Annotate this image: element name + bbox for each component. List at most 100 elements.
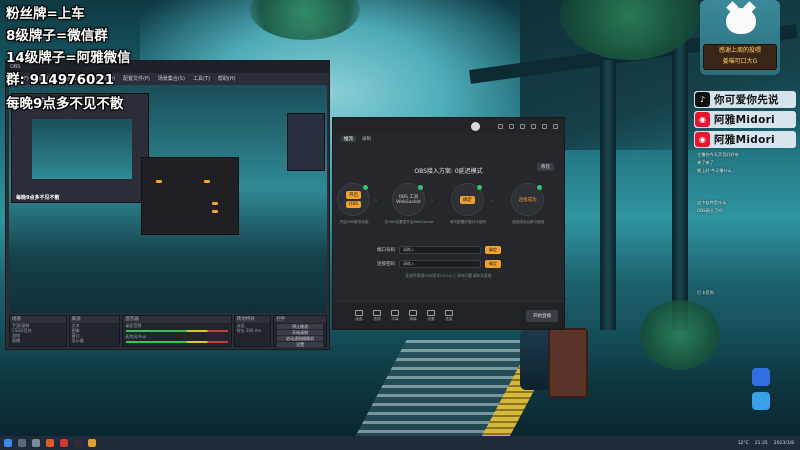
avatar[interactable] bbox=[471, 121, 480, 131]
tool-label: 音量 bbox=[445, 316, 453, 321]
app-icon[interactable] bbox=[752, 392, 770, 410]
chat-message: 打卡签到 bbox=[697, 290, 714, 295]
suitcase bbox=[548, 328, 588, 398]
step-1-button[interactable]: OBS bbox=[345, 201, 362, 208]
tab-stream[interactable]: 推流 bbox=[341, 136, 356, 142]
overlay-group: 群: 914976021 bbox=[6, 72, 115, 88]
port-confirm-button[interactable]: 确定 bbox=[485, 246, 501, 254]
maximize-icon[interactable] bbox=[542, 123, 547, 129]
tool-volume[interactable]: 音量 bbox=[445, 309, 453, 322]
recorder-tabs: 推流 录制 bbox=[333, 134, 564, 144]
start-live-button[interactable]: 开始直播 bbox=[526, 309, 558, 322]
chat-message: OBS接入了吗 bbox=[697, 208, 723, 213]
step-2-text: WebSocket bbox=[396, 200, 421, 205]
recorder-window[interactable]: 推流 录制 OBS接入方案: 0延迟模式 教程 开启 OBS › OBS 工具 … bbox=[332, 117, 565, 330]
chat-message: 来了来了 bbox=[697, 160, 714, 165]
scenes-header: 场景 bbox=[10, 316, 66, 323]
app-icon[interactable] bbox=[60, 439, 68, 447]
start-recording-button[interactable]: 开始录制 bbox=[277, 330, 323, 335]
recorder-toolbar: 画面 音频 字幕 弹幕 设置 音量 开始直播 bbox=[333, 301, 564, 329]
menu-icon[interactable] bbox=[520, 123, 525, 129]
subtitle-icon bbox=[391, 309, 399, 316]
skin-icon[interactable] bbox=[498, 123, 503, 129]
arrow-icon: › bbox=[490, 198, 492, 204]
step-3: 确定 bbox=[451, 183, 484, 216]
password-input[interactable]: 请输入 bbox=[399, 260, 481, 268]
chat-message: 晚上好 今天播什么 bbox=[697, 168, 732, 173]
volume-icon bbox=[445, 309, 453, 316]
tool-label: 画面 bbox=[355, 316, 363, 321]
arrow-icon: › bbox=[431, 198, 433, 204]
password-row: 连接密码 请输入 确定 bbox=[377, 260, 501, 268]
social-badge-tiktok: ♪ 你可爱你先说 bbox=[694, 91, 796, 108]
chat-message: 这个软件是什么 bbox=[697, 200, 727, 205]
obs-docks: 场景 手游/录制 CSGO竞技 游戏 直播 来源 文本 图像 窗口 显示器 混音… bbox=[9, 315, 327, 347]
controls-dock[interactable]: 控件 停止推流 开始录制 启动虚拟摄像机 设置 bbox=[273, 315, 327, 347]
step-2: OBS 工具 WebSocket bbox=[392, 183, 425, 216]
obs-preview-canvas[interactable]: 粉丝牌=上车 每晚9点多不见不散 bbox=[9, 85, 327, 313]
recorder-titlebar[interactable] bbox=[333, 118, 564, 134]
thanks-sign: 感谢上周的投喂 姜喵可口大G bbox=[703, 44, 777, 70]
menu-profile[interactable]: 配置文件(P) bbox=[123, 75, 150, 82]
overlay-fan-badge: 粉丝牌=上车 bbox=[6, 6, 85, 22]
scene-item[interactable]: 直播 bbox=[10, 338, 66, 343]
transitions-dock[interactable]: 转场特效 淡出 时长 300 ms bbox=[233, 315, 272, 347]
step-4-text: 连接成功 bbox=[518, 197, 537, 203]
step-caption: 在OBS设置里开启WebSocket bbox=[384, 220, 434, 224]
port-row: 端口号码 请输入 确定 bbox=[377, 246, 501, 254]
tool-audio[interactable]: 音频 bbox=[373, 309, 381, 322]
arrow-icon: › bbox=[375, 198, 377, 204]
menu-help[interactable]: 帮助(H) bbox=[218, 75, 236, 82]
app-icon[interactable] bbox=[752, 368, 770, 386]
minimize-icon[interactable] bbox=[531, 123, 536, 129]
search-icon[interactable] bbox=[18, 439, 26, 447]
guide-button[interactable]: 教程 bbox=[537, 163, 554, 171]
mixer-channel: 麦克风/Aux bbox=[125, 334, 147, 339]
overlay-schedule: 每晚9点多不见不散 bbox=[6, 96, 124, 112]
taskbar: 12°C 21:35 2023/3/8 bbox=[0, 436, 800, 450]
tool-label: 音频 bbox=[373, 316, 381, 321]
app-icon[interactable] bbox=[88, 439, 96, 447]
tool-label: 弹幕 bbox=[409, 316, 417, 321]
transition-duration[interactable]: 时长 300 ms bbox=[235, 328, 271, 333]
tool-settings[interactable]: 设置 bbox=[427, 309, 435, 322]
sources-dock[interactable]: 来源 文本 图像 窗口 显示器 bbox=[68, 315, 121, 347]
nested-recorder-window bbox=[141, 157, 239, 235]
status-dot bbox=[418, 185, 423, 190]
volume-meter[interactable] bbox=[126, 330, 228, 332]
port-input[interactable]: 请输入 bbox=[399, 246, 481, 254]
scenes-dock[interactable]: 场景 手游/录制 CSGO竞技 游戏 直播 bbox=[9, 315, 67, 347]
mixer-dock[interactable]: 混音器 桌面音频 麦克风/Aux bbox=[122, 315, 232, 347]
start-icon[interactable] bbox=[4, 439, 12, 447]
menu-scene-collection[interactable]: 场景集合(S) bbox=[158, 75, 185, 82]
tool-label: 设置 bbox=[427, 316, 435, 321]
app-icon[interactable] bbox=[46, 439, 54, 447]
step-1-button[interactable]: 开启 bbox=[346, 191, 361, 199]
source-item[interactable]: 显示器 bbox=[70, 338, 120, 343]
sources-header: 来源 bbox=[69, 316, 120, 323]
message-icon[interactable] bbox=[509, 123, 514, 129]
settings-button[interactable]: 设置 bbox=[277, 342, 323, 347]
danmaku-icon bbox=[409, 309, 417, 316]
foliage bbox=[640, 300, 720, 370]
volume-meter[interactable] bbox=[126, 341, 228, 343]
close-icon[interactable] bbox=[553, 123, 558, 129]
tool-subtitle[interactable]: 字幕 bbox=[391, 309, 399, 322]
system-tray: 12°C 21:35 2023/3/8 bbox=[738, 436, 794, 450]
status-dot bbox=[477, 185, 482, 190]
tool-scene[interactable]: 画面 bbox=[355, 309, 363, 322]
tool-label: 字幕 bbox=[391, 316, 399, 321]
port-label: 端口号码 bbox=[377, 248, 395, 253]
virtual-camera-button[interactable]: 启动虚拟摄像机 bbox=[277, 336, 323, 341]
tab-record[interactable]: 录制 bbox=[362, 136, 371, 142]
task-view-icon[interactable] bbox=[32, 439, 40, 447]
weather-text: 12°C bbox=[737, 440, 749, 446]
obs-icon[interactable] bbox=[74, 439, 82, 447]
password-confirm-button[interactable]: 确定 bbox=[485, 260, 501, 268]
step-4: 连接成功 bbox=[511, 183, 544, 216]
step-3-button[interactable]: 确定 bbox=[460, 195, 475, 204]
stop-stream-button[interactable]: 停止推流 bbox=[277, 324, 323, 329]
menu-tools[interactable]: 工具(T) bbox=[193, 75, 210, 82]
tiktok-icon: ♪ bbox=[695, 92, 710, 107]
tool-danmaku[interactable]: 弹幕 bbox=[409, 309, 417, 322]
